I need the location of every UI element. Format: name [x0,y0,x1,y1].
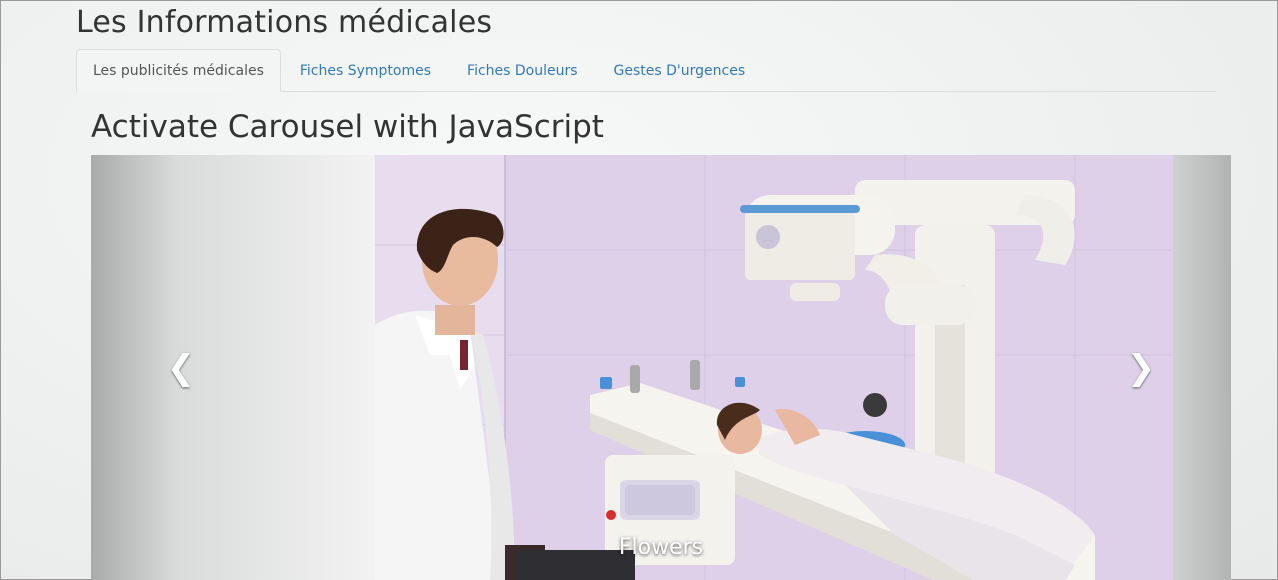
tab-publicites-medicales[interactable]: Les publicités médicales [76,49,281,92]
carousel: ❮ ❯ Flowers [91,155,1231,580]
carousel-prev-button[interactable]: ❮ [91,155,271,580]
chevron-right-icon: ❯ [1126,348,1156,388]
page-title: Les Informations médicales [76,5,493,40]
tab-gestes-urgences[interactable]: Gestes D'urgences [597,49,763,91]
nav-tabs: Les publicités médicales Fiches Symptome… [76,49,1216,92]
tab-fiches-symptomes[interactable]: Fiches Symptomes [283,49,448,91]
carousel-caption-title: Flowers [618,535,704,560]
carousel-heading: Activate Carousel with JavaScript [91,109,604,145]
chevron-left-icon: ❮ [166,348,196,388]
tab-fiches-douleurs[interactable]: Fiches Douleurs [450,49,595,91]
carousel-next-button[interactable]: ❯ [1051,155,1231,580]
